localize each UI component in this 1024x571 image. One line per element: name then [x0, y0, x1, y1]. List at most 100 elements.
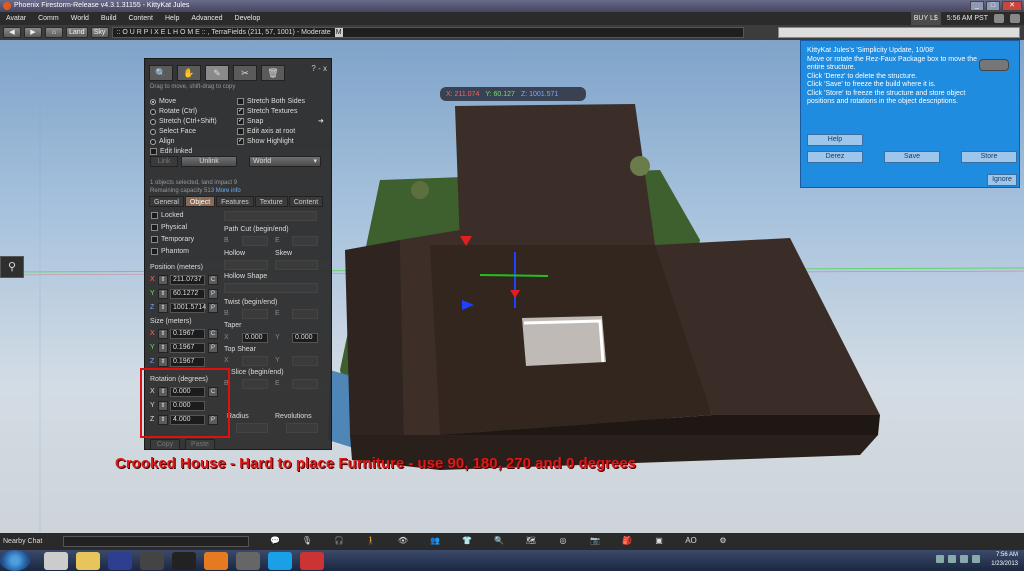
minimize-button[interactable]: _ [970, 1, 984, 11]
skype-icon[interactable] [268, 551, 292, 570]
system-clock[interactable]: 7:56 AM 1/23/2013 [991, 551, 1018, 569]
focus-tool-icon[interactable]: 🔍 [149, 65, 173, 81]
size-y-spinner[interactable]: ⇕ [158, 343, 168, 353]
back-button[interactable]: ◀ [3, 27, 21, 38]
land-tool-icon[interactable]: 🗑 [261, 65, 285, 81]
maximize-button[interactable]: □ [986, 1, 1000, 11]
close-window-button[interactable]: ✕ [1002, 1, 1022, 11]
paste-position-z-button[interactable]: P [208, 303, 218, 313]
menu-content[interactable]: Content [122, 12, 159, 25]
twist-end-field[interactable] [292, 309, 318, 319]
menu-world[interactable]: World [65, 12, 95, 25]
physical-checkbox[interactable]: Physical [151, 224, 187, 231]
tab-features[interactable]: Features [216, 196, 254, 207]
home-button[interactable]: ⌂ [45, 27, 63, 38]
speak-bubble-icon[interactable]: 💬 [262, 535, 288, 547]
people-icon[interactable]: 👥 [422, 535, 448, 547]
tab-object[interactable]: Object [184, 196, 216, 207]
more-info-link[interactable]: More info [216, 188, 241, 194]
camera-icon[interactable]: 📷 [582, 535, 608, 547]
wow-icon[interactable] [108, 551, 132, 570]
pos-z-spinner[interactable]: ⇕ [158, 303, 168, 313]
chat-input[interactable] [63, 536, 249, 547]
size-x-spinner[interactable]: ⇕ [158, 329, 168, 339]
menu-build[interactable]: Build [95, 12, 123, 25]
edit-linked-checkbox[interactable]: Edit linked [150, 148, 192, 155]
tray-icon[interactable] [948, 555, 956, 563]
move-tool-icon[interactable]: ✋ [177, 65, 201, 81]
slice-end-field[interactable] [292, 379, 318, 389]
menu-develop[interactable]: Develop [229, 12, 267, 25]
menu-comm[interactable]: Comm [32, 12, 65, 25]
start-button[interactable] [0, 550, 30, 571]
show-highlight-checkbox[interactable]: ✓ Show Highlight [237, 138, 294, 145]
slice-begin-field[interactable] [242, 379, 268, 389]
menu-avatar[interactable]: Avatar [0, 12, 32, 25]
menu-help[interactable]: Help [159, 12, 185, 25]
shear-y-field[interactable] [292, 356, 318, 366]
shirt-icon[interactable]: 👕 [454, 535, 480, 547]
map-icon[interactable]: 🗺 [518, 535, 544, 547]
location-pin-icon[interactable]: ⚲ [0, 256, 24, 278]
ao-button[interactable]: AO [678, 535, 704, 547]
mode-rotate[interactable]: Rotate (Ctrl) [150, 108, 197, 115]
snap-checkbox[interactable]: ✓ Snap [237, 118, 263, 125]
close-panel-button[interactable]: x [323, 64, 327, 73]
help-button[interactable]: Help [807, 134, 863, 146]
volume-icon[interactable] [994, 14, 1004, 23]
size-y-field[interactable]: 0.1967 [170, 343, 205, 353]
media-icon[interactable] [1010, 14, 1020, 23]
ignore-button[interactable]: Ignore [987, 174, 1017, 186]
hollow-field[interactable] [224, 260, 268, 270]
save-button[interactable]: Save [884, 151, 940, 163]
store-button[interactable]: Store [961, 151, 1017, 163]
mode-align[interactable]: Align [150, 138, 175, 145]
revolutions-field[interactable] [286, 423, 318, 433]
snap-options-arrow-icon[interactable]: ➜ [318, 117, 324, 125]
minimap-icon[interactable]: ◎ [550, 535, 576, 547]
calculator-icon[interactable] [44, 551, 68, 570]
skew-field[interactable] [275, 260, 318, 270]
mode-move[interactable]: Move [150, 98, 176, 105]
walk-icon[interactable]: 🚶 [358, 535, 384, 547]
copy-size-button[interactable]: C [208, 329, 218, 339]
mode-stretch[interactable]: Stretch (Ctrl+Shift) [150, 118, 217, 125]
tab-texture[interactable]: Texture [254, 196, 288, 207]
tab-general[interactable]: General [149, 196, 184, 207]
tool-app-icon[interactable] [236, 551, 260, 570]
firestorm-taskbar-icon[interactable] [300, 551, 324, 570]
size-z-spinner[interactable]: ⇕ [158, 357, 168, 367]
game-app-icon[interactable] [172, 551, 196, 570]
taper-x-field[interactable]: 0.000 [242, 333, 268, 343]
edit-tool-icon[interactable]: ✎ [205, 65, 229, 81]
material-dropdown[interactable] [224, 211, 317, 221]
copy-position-button[interactable]: C [208, 275, 218, 285]
headphones-icon[interactable]: 🎧 [326, 535, 352, 547]
land-button[interactable]: Land [66, 27, 88, 38]
menu-advanced[interactable]: Advanced [185, 12, 228, 25]
eye-icon[interactable]: 👁 [390, 535, 416, 547]
volume-icon[interactable] [972, 555, 980, 563]
inventory-icon[interactable]: 🎒 [614, 535, 640, 547]
help-icon[interactable]: ? [311, 64, 315, 73]
microphone-icon[interactable]: 🎙 [294, 535, 320, 547]
paste-position-button[interactable]: P [208, 289, 218, 299]
mode-select-face[interactable]: Select Face [150, 128, 196, 135]
path-cut-end-field[interactable] [292, 236, 318, 246]
tab-content[interactable]: Content [288, 196, 324, 207]
firefox-icon[interactable] [204, 551, 228, 570]
sky-button[interactable]: Sky [90, 27, 109, 38]
build-icon[interactable]: ▣ [646, 535, 672, 547]
position-z-field[interactable]: 1001.5714 [170, 303, 206, 313]
search-input[interactable] [778, 27, 1020, 38]
ruler-mode-dropdown[interactable]: World ▾ [249, 156, 321, 167]
size-x-field[interactable]: 0.1967 [170, 329, 205, 339]
link-button[interactable]: Link [150, 156, 178, 167]
search-icon[interactable]: 🔍 [486, 535, 512, 547]
phantom-checkbox[interactable]: Phantom [151, 248, 189, 255]
size-z-field[interactable]: 0.1967 [170, 357, 205, 367]
derez-button[interactable]: Derez [807, 151, 863, 163]
position-y-field[interactable]: 60.1272 [170, 289, 205, 299]
stretch-both-sides-checkbox[interactable]: Stretch Both Sides [237, 98, 305, 105]
pos-y-spinner[interactable]: ⇕ [158, 289, 168, 299]
